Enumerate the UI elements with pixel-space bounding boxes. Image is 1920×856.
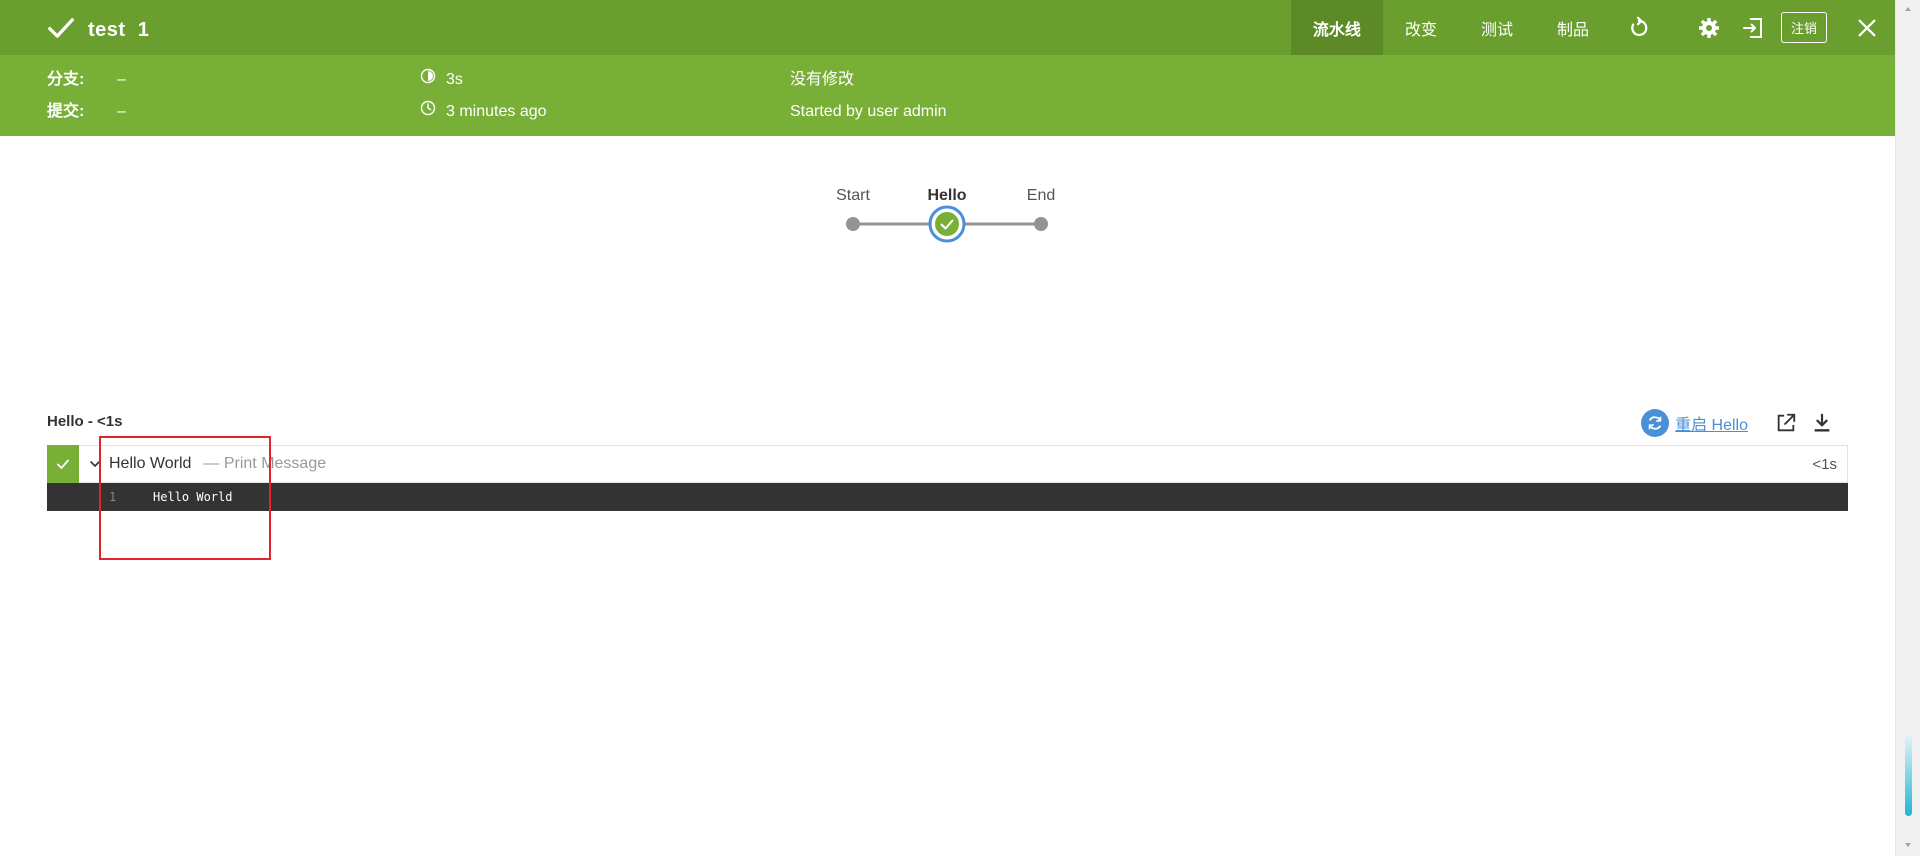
run-title: test 1 [88,19,150,41]
changes-text: 没有修改 [790,71,855,88]
commit-value: – [117,103,126,120]
duration-icon [420,64,446,96]
download-icon[interactable] [1804,408,1840,438]
step-name: Hello World [109,455,192,472]
duration-value: 3s [446,71,463,88]
clock-icon [420,96,446,128]
branch-value: – [117,71,126,88]
duration-row: 3s [420,64,547,96]
replay-icon[interactable] [1617,0,1661,55]
time-ago-value: 3 minutes ago [446,103,547,120]
commit-row: 提交: – [47,96,126,128]
step-duration: <1s [1812,455,1837,473]
tab-changes[interactable]: 改变 [1383,0,1459,55]
commit-label: 提交: [47,103,85,120]
header-nav: 流水线 改变 测试 制品 注销 [1290,0,1895,55]
log-line-text: Hello World [153,490,233,504]
run-title-group: test 1 [46,13,149,48]
branch-commit-info: 分支: – 提交: – [47,64,126,128]
open-external-icon[interactable] [1768,408,1804,438]
page-scrollbar[interactable] [1895,0,1920,856]
chevron-down-icon[interactable] [85,458,105,470]
gear-icon[interactable] [1687,0,1731,55]
stage-node-start [846,217,860,231]
step-log: 1 Hello World [47,483,1848,511]
cause-info: 没有修改 Started by user admin [790,64,947,128]
step-description: — Print Message [203,455,327,472]
restart-icon[interactable] [1641,409,1670,437]
success-check-icon [46,13,76,48]
branch-label: 分支: [47,71,85,88]
stage-node-hello[interactable] [928,205,966,243]
tab-tests[interactable]: 测试 [1459,0,1535,55]
timing-info: 3s 3 minutes ago [420,64,547,128]
tab-artifacts[interactable]: 制品 [1535,0,1611,55]
stage-node-end [1034,217,1048,231]
restart-stage-link[interactable]: 重启 Hello [1675,411,1748,435]
step-success-icon [47,444,79,483]
close-icon[interactable] [1839,0,1895,55]
pipeline-graph-svg [846,205,1048,243]
logout-button[interactable]: 注销 [1780,12,1827,43]
scroll-up-icon[interactable] [1903,4,1913,14]
stage-actions: 重启 Hello [1641,408,1840,438]
scroll-down-icon[interactable] [1903,840,1913,850]
top-bar: test 1 流水线 改变 测试 制品 注销 [0,0,1895,55]
step-row[interactable]: Hello World — Print Message <1s [47,444,1848,483]
branch-row: 分支: – [47,64,126,96]
scrollbar-thumb[interactable] [1905,734,1912,816]
exit-icon[interactable] [1731,0,1775,55]
started-by-text: Started by user admin [790,103,947,120]
stage-detail-title: Hello - <1s [47,413,123,430]
time-ago-row: 3 minutes ago [420,96,547,128]
tab-pipeline[interactable]: 流水线 [1290,0,1383,55]
pipeline-graph: Start Hello End [820,180,1080,250]
run-header: test 1 流水线 改变 测试 制品 注销 分支: – 提交: – 3s 3 … [0,0,1895,136]
